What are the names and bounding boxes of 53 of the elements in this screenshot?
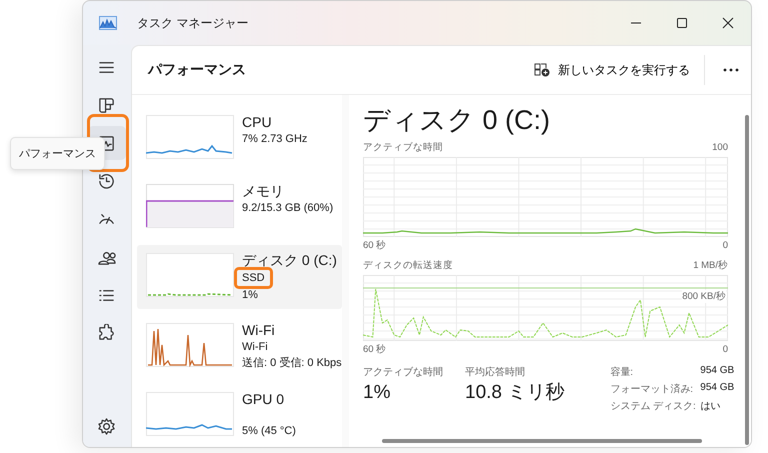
- tooltip: パフォーマンス: [10, 137, 105, 170]
- settings-icon: [98, 417, 116, 435]
- page-title: パフォーマンス: [148, 61, 246, 79]
- performance-icon: [98, 134, 116, 152]
- device-name: Wi-Fi: [242, 321, 276, 339]
- new-task-icon: [534, 63, 550, 77]
- info-label: 容量:: [610, 366, 634, 379]
- graph-max: 100: [712, 141, 728, 155]
- app-icon: [99, 16, 117, 30]
- maximize-icon: [676, 17, 688, 29]
- device-name: ディスク 0 (C:): [242, 251, 336, 269]
- graph-axis-end: 0: [722, 343, 728, 357]
- device-detail: 7% 2.73 GHz: [242, 132, 308, 147]
- graph-label: アクティブな時間: [363, 141, 443, 155]
- processes-icon: [98, 96, 116, 114]
- device-detail: 1%: [242, 288, 258, 303]
- device-detail: 送信: 0 受信: 0 Kbps: [242, 356, 342, 371]
- device-item[interactable]: ディスク 0 (C:) SSD 1%: [137, 245, 342, 309]
- device-name: GPU 0: [242, 390, 286, 408]
- run-task-button[interactable]: 新しいタスクを実行する: [526, 56, 698, 84]
- device-name: CPU: [242, 113, 273, 131]
- device-detail: 9.2/15.3 GB (60%): [242, 201, 334, 216]
- stat-label: 平均応答時間: [465, 366, 526, 379]
- history-icon: [98, 172, 116, 190]
- device-item[interactable]: CPU 7% 2.73 GHz: [137, 107, 342, 170]
- device-name: メモリ: [242, 182, 285, 200]
- device-title: ディスク 0 (C:): [363, 104, 552, 137]
- graph-marker-label: 800 KB/秒: [682, 290, 726, 303]
- device-item[interactable]: GPU 0 5% (45 °C): [137, 384, 342, 447]
- device-detail: 5% (45 °C): [242, 424, 296, 439]
- info-value: 954 GB: [700, 365, 734, 378]
- info-value: 954 GB: [700, 382, 734, 395]
- stat-value: 10.8 ミリ秒: [465, 381, 564, 405]
- graph-axis-start: 60 秒: [363, 343, 386, 357]
- graph-label: ディスクの転送速度: [363, 259, 453, 273]
- puzzle-icon: [98, 324, 116, 342]
- vertical-scrollbar[interactable]: [745, 115, 749, 445]
- graph-max: 1 MB/秒: [693, 259, 728, 273]
- more-icon: [723, 68, 739, 72]
- graph-axis-end: 0: [722, 239, 728, 253]
- device-detail: Wi-Fi: [242, 340, 268, 355]
- horizontal-scrollbar[interactable]: [382, 439, 702, 443]
- info-label: フォーマット済み:: [610, 382, 694, 396]
- graph-axis-start: 60 秒: [363, 239, 386, 253]
- stat-label: アクティブな時間: [363, 366, 443, 379]
- info-label: システム ディスク:: [610, 400, 697, 413]
- close-icon: [722, 17, 734, 29]
- window-title: タスク マネージャー: [137, 14, 248, 32]
- device-item[interactable]: Wi-Fi Wi-Fi 送信: 0 受信: 0 Kbps: [137, 315, 342, 378]
- device-detail: SSD: [234, 267, 273, 289]
- stat-value: 1%: [363, 381, 392, 405]
- device-item[interactable]: メモリ 9.2/15.3 GB (60%): [137, 176, 342, 239]
- info-value: はい: [700, 400, 722, 413]
